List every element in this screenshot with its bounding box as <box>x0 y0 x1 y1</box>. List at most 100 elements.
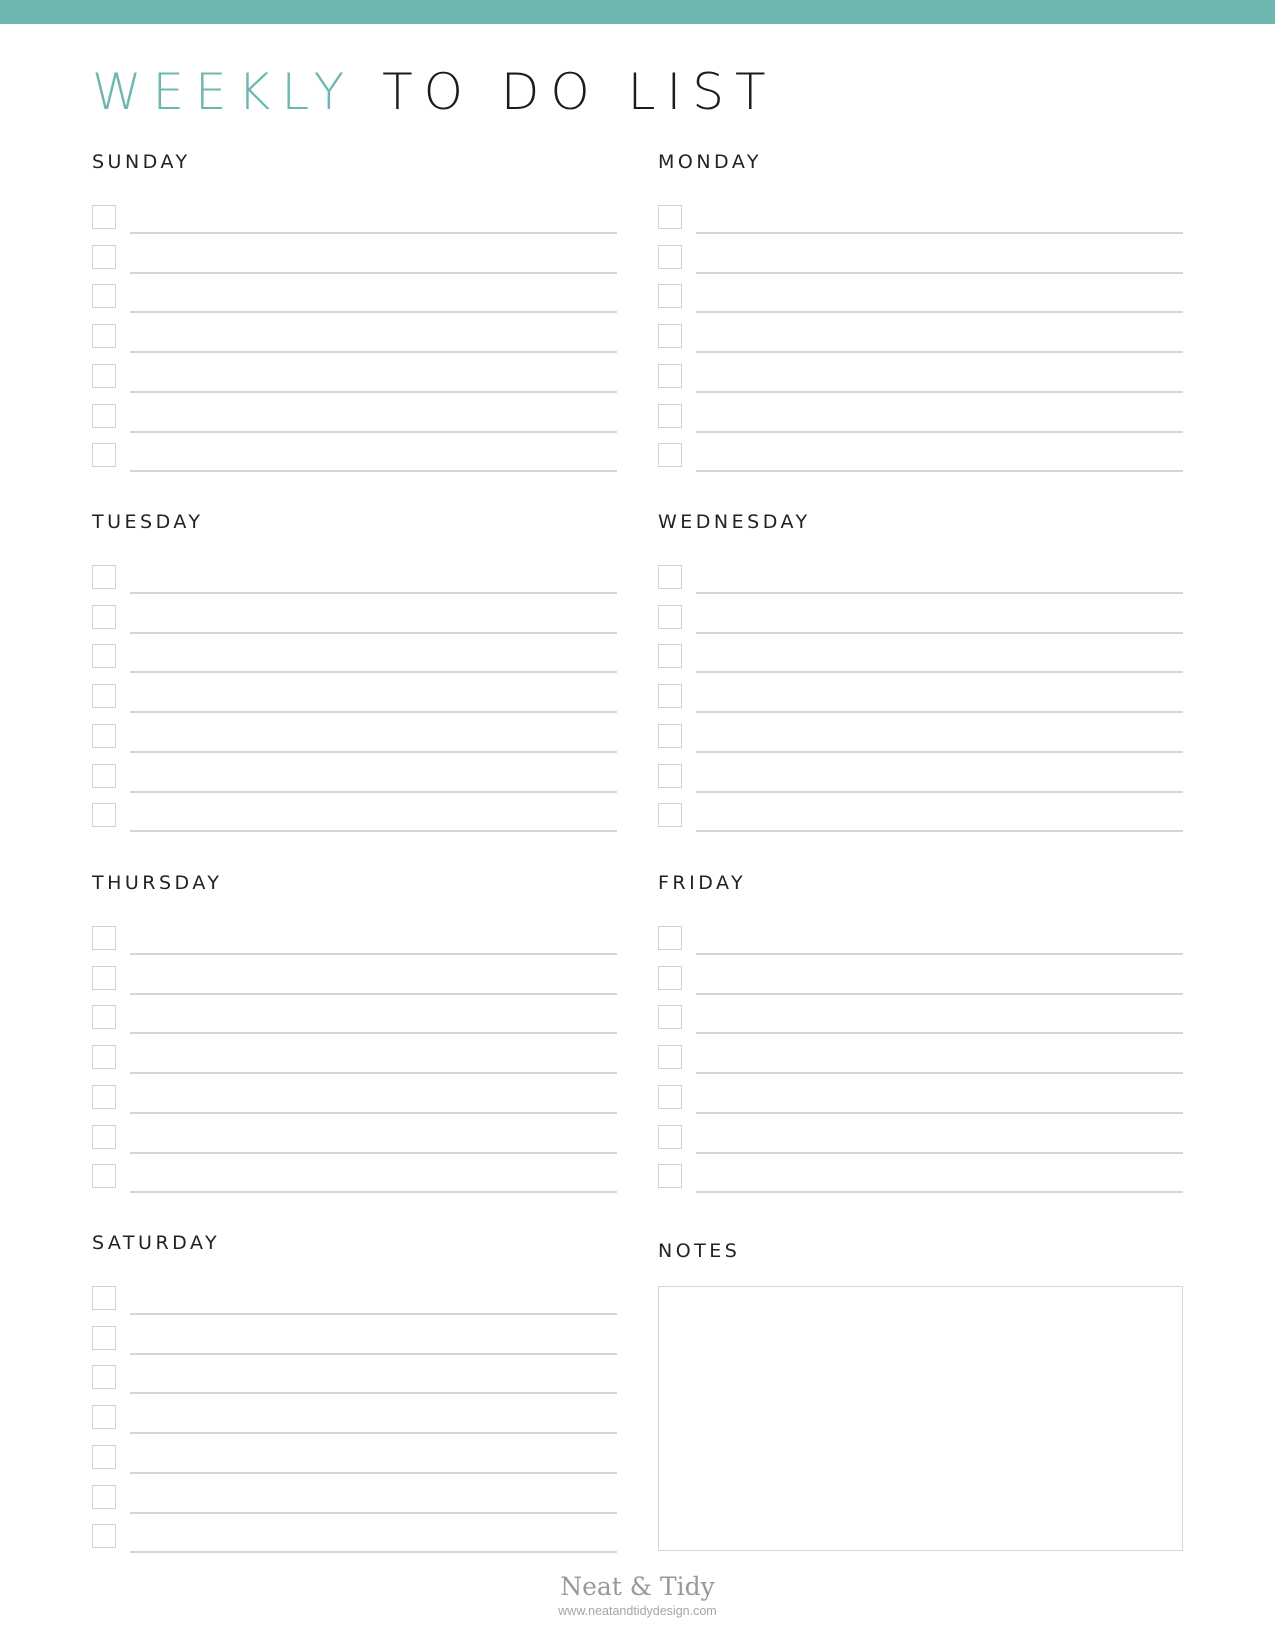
todo-checkbox[interactable] <box>92 723 116 748</box>
todo-write-line[interactable] <box>130 750 617 753</box>
todo-checkbox[interactable] <box>92 1286 116 1310</box>
todo-write-line[interactable] <box>130 711 617 714</box>
todo-checkbox[interactable] <box>92 926 116 950</box>
todo-write-line[interactable] <box>130 1551 617 1554</box>
todo-write-line[interactable] <box>130 271 617 274</box>
todo-write-line[interactable] <box>696 1032 1183 1035</box>
todo-checkbox[interactable] <box>92 763 116 788</box>
todo-checkbox[interactable] <box>658 443 682 468</box>
todo-checkbox[interactable] <box>658 763 682 788</box>
todo-checkbox[interactable] <box>658 684 682 709</box>
todo-write-line[interactable] <box>696 271 1183 274</box>
todo-write-line[interactable] <box>130 790 617 793</box>
todo-write-line[interactable] <box>696 430 1183 433</box>
todo-checkbox[interactable] <box>658 1045 682 1070</box>
todo-checkbox[interactable] <box>92 1444 116 1469</box>
todo-write-line[interactable] <box>130 992 617 995</box>
todo-checkbox[interactable] <box>658 403 682 428</box>
todo-write-line[interactable] <box>130 311 617 314</box>
todo-write-line[interactable] <box>130 1511 617 1514</box>
todo-write-line[interactable] <box>130 470 617 473</box>
todo-write-line[interactable] <box>696 351 1183 354</box>
todo-checkbox[interactable] <box>658 284 682 309</box>
todo-checkbox[interactable] <box>658 1124 682 1149</box>
todo-write-line[interactable] <box>696 1151 1183 1154</box>
todo-write-line[interactable] <box>130 1432 617 1435</box>
todo-write-line[interactable] <box>696 311 1183 314</box>
todo-checkbox[interactable] <box>658 363 682 388</box>
todo-write-line[interactable] <box>696 390 1183 393</box>
todo-write-line[interactable] <box>696 631 1183 634</box>
todo-checkbox[interactable] <box>658 1005 682 1030</box>
todo-item <box>658 644 1183 674</box>
notes-box[interactable] <box>658 1286 1183 1551</box>
todo-write-line[interactable] <box>130 1151 617 1154</box>
todo-checkbox[interactable] <box>92 403 116 428</box>
todo-write-line[interactable] <box>696 1111 1183 1114</box>
todo-checkbox[interactable] <box>92 604 116 629</box>
todo-write-line[interactable] <box>696 1072 1183 1075</box>
todo-write-line[interactable] <box>130 1111 617 1114</box>
todo-checkbox[interactable] <box>92 1524 116 1549</box>
todo-checkbox[interactable] <box>92 1005 116 1030</box>
todo-write-line[interactable] <box>696 992 1183 995</box>
todo-checkbox[interactable] <box>658 244 682 269</box>
todo-checkbox[interactable] <box>92 1045 116 1070</box>
todo-write-line[interactable] <box>696 790 1183 793</box>
todo-write-line[interactable] <box>696 750 1183 753</box>
todo-checkbox[interactable] <box>92 965 116 990</box>
todo-checkbox[interactable] <box>92 324 116 349</box>
todo-checkbox[interactable] <box>92 205 116 229</box>
todo-checkbox[interactable] <box>658 324 682 349</box>
todo-write-line[interactable] <box>130 1072 617 1075</box>
todo-checkbox[interactable] <box>92 803 116 828</box>
todo-write-line[interactable] <box>696 671 1183 674</box>
todo-checkbox[interactable] <box>658 205 682 229</box>
todo-checkbox[interactable] <box>658 965 682 990</box>
todo-write-line[interactable] <box>130 830 617 833</box>
todo-write-line[interactable] <box>130 1471 617 1474</box>
todo-checkbox[interactable] <box>92 1124 116 1149</box>
todo-write-line[interactable] <box>130 1392 617 1395</box>
todo-write-line[interactable] <box>130 592 617 594</box>
todo-checkbox[interactable] <box>92 284 116 309</box>
todo-checkbox[interactable] <box>92 565 116 589</box>
todo-write-line[interactable] <box>696 470 1183 473</box>
todo-checkbox[interactable] <box>92 363 116 388</box>
todo-checkbox[interactable] <box>92 644 116 669</box>
todo-checkbox[interactable] <box>658 926 682 950</box>
todo-write-line[interactable] <box>696 711 1183 714</box>
todo-write-line[interactable] <box>130 1032 617 1035</box>
todo-checkbox[interactable] <box>658 803 682 828</box>
todo-write-line[interactable] <box>130 1191 617 1194</box>
todo-write-line[interactable] <box>696 592 1183 594</box>
todo-checkbox[interactable] <box>658 644 682 669</box>
todo-write-line[interactable] <box>130 390 617 393</box>
todo-write-line[interactable] <box>696 1191 1183 1194</box>
todo-write-line[interactable] <box>130 953 617 955</box>
todo-checkbox[interactable] <box>92 1164 116 1189</box>
todo-write-line[interactable] <box>130 1313 617 1315</box>
todo-checkbox[interactable] <box>658 1164 682 1189</box>
todo-checkbox[interactable] <box>92 1365 116 1390</box>
todo-write-line[interactable] <box>696 830 1183 833</box>
todo-write-line[interactable] <box>696 232 1183 234</box>
todo-checkbox[interactable] <box>658 1084 682 1109</box>
todo-write-line[interactable] <box>130 671 617 674</box>
todo-write-line[interactable] <box>130 351 617 354</box>
todo-checkbox[interactable] <box>92 1325 116 1350</box>
todo-checkbox[interactable] <box>658 723 682 748</box>
todo-checkbox[interactable] <box>92 1484 116 1509</box>
todo-write-line[interactable] <box>130 631 617 634</box>
todo-checkbox[interactable] <box>92 1405 116 1430</box>
todo-write-line[interactable] <box>130 232 617 234</box>
todo-checkbox[interactable] <box>92 443 116 468</box>
todo-checkbox[interactable] <box>658 604 682 629</box>
todo-write-line[interactable] <box>696 953 1183 955</box>
todo-checkbox[interactable] <box>92 1084 116 1109</box>
todo-checkbox[interactable] <box>658 565 682 589</box>
todo-checkbox[interactable] <box>92 684 116 709</box>
todo-write-line[interactable] <box>130 1352 617 1355</box>
todo-write-line[interactable] <box>130 430 617 433</box>
todo-checkbox[interactable] <box>92 244 116 269</box>
